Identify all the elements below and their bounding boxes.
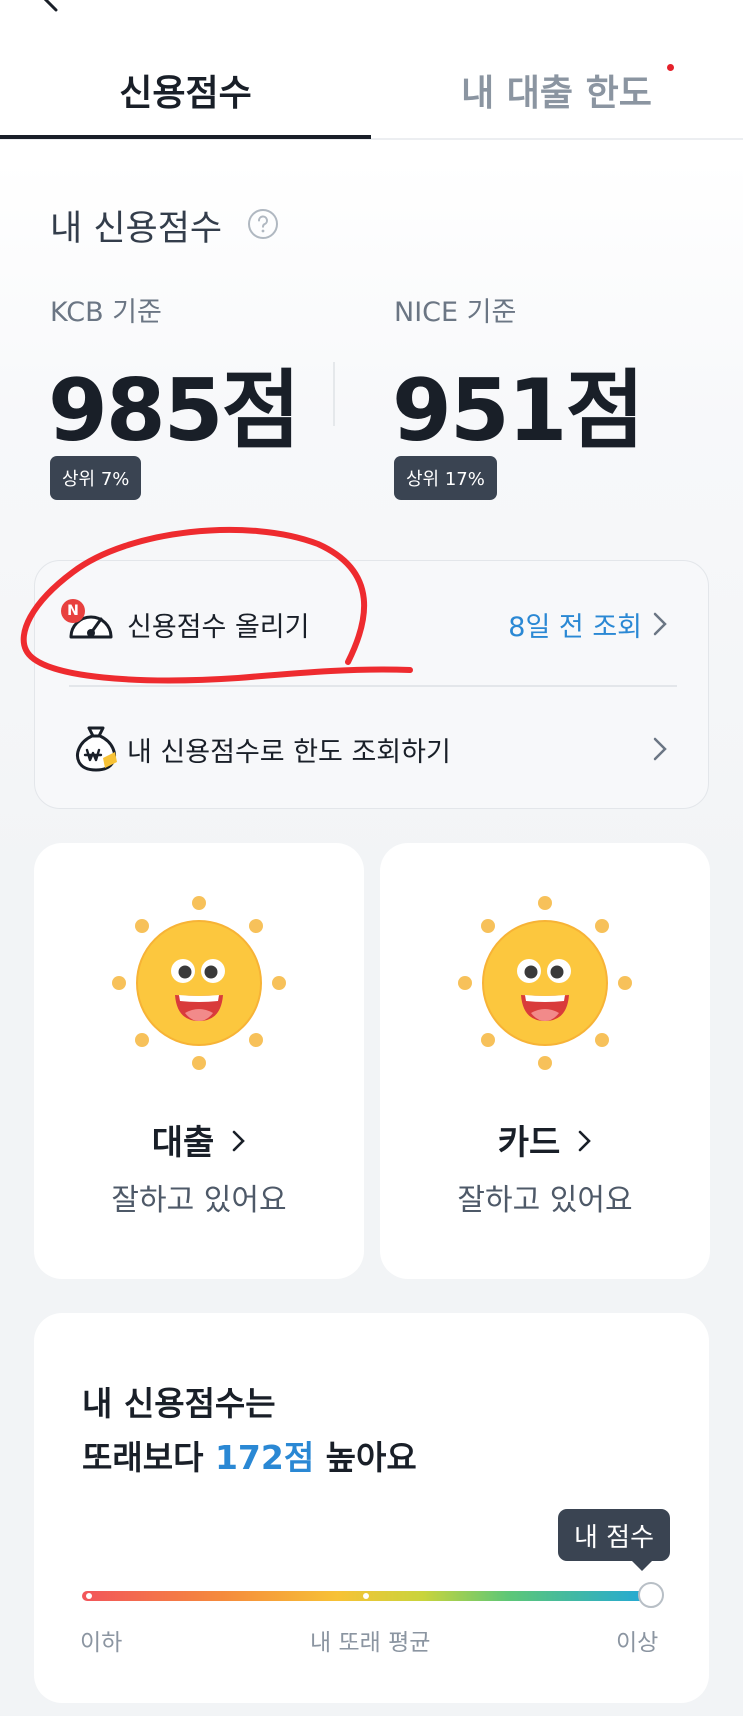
action-card: N 신용점수 올리기 8일 전 조회 내 신용점수로 한도 조회하기: [34, 560, 709, 809]
loan-grade-card[interactable]: 대출 잘하고 있어요: [34, 843, 364, 1279]
credit-score-screen: 신용점수 내 대출 한도 내 신용점수 KCB 기준 985점 상위 7% NI…: [0, 0, 743, 1716]
tab-loan-limit[interactable]: 내 대출 한도: [371, 40, 742, 140]
last-checked-text: 8일 전 조회: [508, 612, 642, 643]
chevron-right-icon: [653, 737, 667, 761]
my-score-tooltip: 내 점수: [558, 1509, 671, 1571]
chevron-right-icon: [653, 612, 667, 636]
check-limit-row[interactable]: 내 신용점수로 한도 조회하기: [35, 686, 710, 810]
card-grade-title: 카드: [380, 1115, 710, 1164]
nice-label: NICE 기준: [394, 297, 517, 328]
back-arrow-icon[interactable]: [38, 0, 66, 14]
nice-score: 951점: [392, 361, 645, 461]
comparison-suffix: 높아요: [314, 1438, 417, 1477]
kcb-score: 985점: [48, 361, 301, 461]
money-bag-icon: [76, 726, 117, 772]
chevron-right-icon: [232, 1130, 246, 1152]
peer-comparison-card: 내 신용점수는 또래보다 172점 높아요 내 점수 이하 내 또래 평균 이상: [34, 1313, 709, 1703]
bar-label-low: 이하: [80, 1630, 123, 1656]
notification-dot: [667, 64, 674, 71]
grade-label: 카드: [497, 1123, 561, 1163]
sun-face-icon: [458, 896, 632, 1070]
check-limit-label: 내 신용점수로 한도 조회하기: [127, 737, 451, 768]
sun-face-icon: [112, 896, 286, 1070]
comparison-heading-line2: 또래보다 172점 높아요: [82, 1431, 417, 1479]
bar-label-high: 이상: [616, 1630, 659, 1656]
chevron-right-icon: [578, 1130, 592, 1152]
card-grade-card[interactable]: 카드 잘하고 있어요: [380, 843, 710, 1279]
help-icon[interactable]: [247, 208, 279, 240]
score-distribution-bar: [82, 1591, 650, 1601]
score-divider: [333, 362, 335, 426]
loan-grade-title: 대출: [34, 1115, 364, 1164]
loan-grade-status: 잘하고 있어요: [111, 1183, 287, 1218]
bar-start-dot: [86, 1593, 92, 1599]
comparison-prefix: 또래보다: [82, 1438, 215, 1477]
comparison-heading-line1: 내 신용점수는: [82, 1384, 276, 1423]
my-score-marker: [638, 1582, 664, 1608]
section-title: 내 신용점수: [50, 209, 223, 249]
raise-score-label: 신용점수 올리기: [127, 612, 310, 643]
score-difference: 172점: [214, 1438, 315, 1477]
tab-bar: 신용점수 내 대출 한도: [0, 40, 743, 140]
tab-credit-score[interactable]: 신용점수: [0, 40, 371, 140]
card-grade-status: 잘하고 있어요: [457, 1183, 633, 1218]
active-tab-indicator: [0, 135, 371, 139]
bar-label-mid: 내 또래 평균: [310, 1630, 431, 1656]
grade-label: 대출: [151, 1123, 215, 1163]
nice-rank-badge: 상위 17%: [394, 456, 497, 500]
raise-score-row[interactable]: N 신용점수 올리기 8일 전 조회: [35, 561, 710, 685]
new-badge: N: [61, 599, 85, 623]
kcb-label: KCB 기준: [50, 297, 162, 328]
bar-mid-dot: [363, 1593, 369, 1599]
kcb-rank-badge: 상위 7%: [50, 456, 142, 500]
